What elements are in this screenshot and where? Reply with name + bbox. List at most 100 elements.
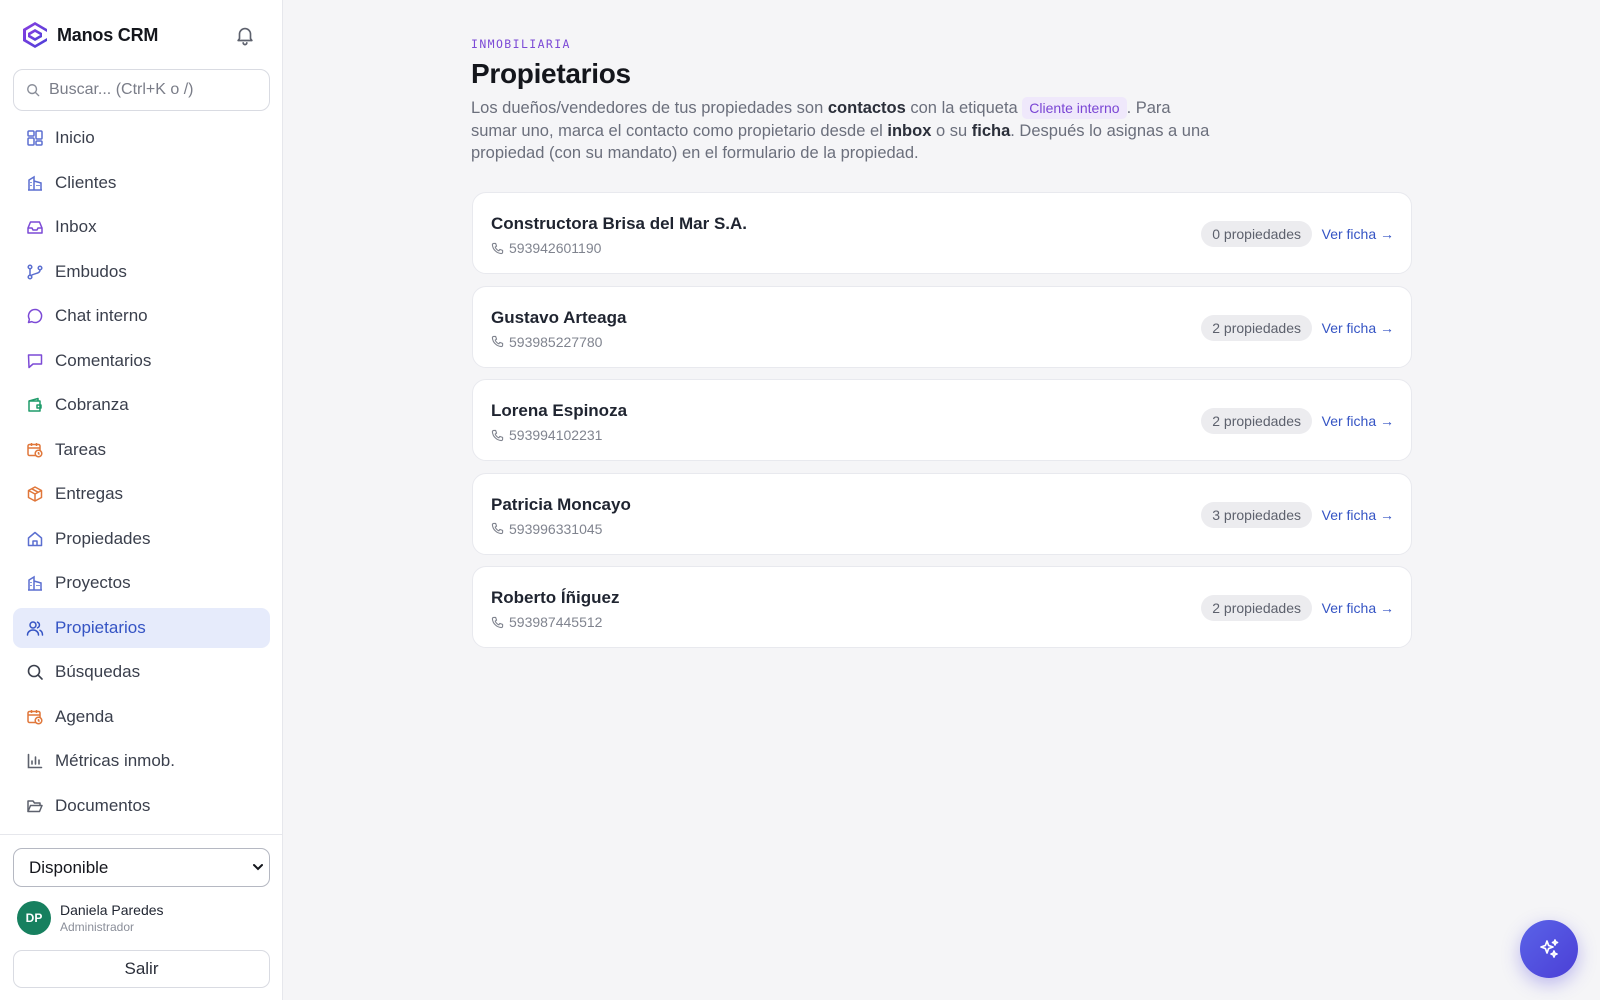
owner-phone: 593987445512 <box>491 614 602 630</box>
desc-emphasis: contactos <box>827 99 906 117</box>
user-profile[interactable]: DP Daniela Paredes Administrador <box>17 901 164 935</box>
property-count-badge: 2 propiedades <box>1201 595 1312 621</box>
sidebar-item-label: Tareas <box>55 439 107 459</box>
brand[interactable]: Manos CRM <box>22 20 158 50</box>
sidebar-item-propietarios[interactable]: Propietarios <box>13 607 270 648</box>
sidebar: Manos CRM Inicio Clientes Inbox Embudos Chat… <box>0 0 283 1000</box>
sidebar-item-metricas-inmob[interactable]: Métricas inmob. <box>13 741 270 781</box>
sidebar-item-agenda[interactable]: Agenda <box>13 697 270 737</box>
sidebar-item-proyectos[interactable]: Proyectos <box>13 563 270 603</box>
desc-emphasis: inbox <box>887 121 932 140</box>
sidebar-item-label: Propiedades <box>55 528 151 548</box>
owner-list: Constructora Brisa del Mar S.A. 593942601… <box>472 192 1412 660</box>
ai-assistant-button[interactable] <box>1520 920 1578 978</box>
view-profile-link[interactable]: Ver ficha → <box>1322 226 1394 242</box>
sidebar-item-label: Comentarios <box>55 350 152 370</box>
calendar-clock-icon <box>26 441 44 459</box>
owner-card: Roberto Íñiguez 593987445512 2 propiedades… <box>472 566 1412 648</box>
owner-card: Constructora Brisa del Mar S.A. 593942601… <box>472 192 1412 274</box>
owner-name: Lorena Espinoza <box>491 401 628 420</box>
sidebar-item-clientes[interactable]: Clientes <box>13 163 270 203</box>
page-title: Propietarios <box>471 58 631 89</box>
sidebar-item-inicio[interactable]: Inicio <box>13 118 270 158</box>
property-count-badge: 0 propiedades <box>1201 221 1312 247</box>
sidebar-item-label: Búsquedas <box>55 662 141 681</box>
phone-number: 593994102231 <box>509 427 603 443</box>
availability-select[interactable]: Disponible <box>13 848 270 887</box>
phone-icon <box>491 335 509 348</box>
phone-icon <box>491 242 509 255</box>
sidebar-item-comentarios[interactable]: Comentarios <box>13 341 270 381</box>
view-profile-link[interactable]: Ver ficha → <box>1322 507 1394 523</box>
section-eyebrow: INMOBILIARIA <box>471 37 571 51</box>
phone-icon <box>491 616 509 629</box>
search-box[interactable] <box>13 69 270 111</box>
sidebar-item-label: Documentos <box>55 795 151 815</box>
dashboard-icon <box>26 129 44 147</box>
logout-button[interactable]: Salir <box>13 950 270 988</box>
search-input[interactable] <box>49 81 249 99</box>
property-count-badge: 3 propiedades <box>1201 501 1312 528</box>
chat-bubble-icon <box>26 307 44 325</box>
sidebar-footer: Disponible DP Daniela Paredes Administra… <box>0 834 283 1000</box>
bell-icon[interactable] <box>234 24 256 46</box>
sidebar-item-tareas[interactable]: Tareas <box>13 430 270 470</box>
avatar: DP <box>17 901 51 935</box>
phone-number: 593996331045 <box>509 520 603 537</box>
sidebar-item-inbox[interactable]: Inbox <box>13 207 270 247</box>
sparkles-icon <box>1540 939 1559 958</box>
sidebar-nav: Inicio Clientes Inbox Embudos Chat interno Co… <box>13 118 270 830</box>
tag-chip: Cliente interno <box>1022 97 1127 119</box>
property-count-badge: 2 propiedades <box>1201 408 1312 434</box>
home-icon <box>26 530 44 548</box>
search-icon <box>26 663 44 681</box>
owner-phone: 593996331045 <box>491 521 602 537</box>
sidebar-item-propiedades[interactable]: Propiedades <box>13 519 270 559</box>
owner-phone: 593985227780 <box>491 334 602 350</box>
sidebar-item-entregas[interactable]: Entregas <box>13 474 270 514</box>
phone-number: 593987445512 <box>509 614 603 630</box>
search-icon <box>27 84 40 97</box>
sidebar-item-label: Agenda <box>55 706 114 726</box>
user-name: Daniela Paredes <box>60 902 164 918</box>
sidebar-item-label: Cobranza <box>55 395 129 414</box>
comment-icon <box>26 352 44 370</box>
view-profile-link[interactable]: Ver ficha → <box>1322 413 1394 429</box>
sidebar-item-cobranza[interactable]: Cobranza <box>13 385 270 425</box>
sidebar-item-label: Inicio <box>55 128 95 147</box>
view-profile-link[interactable]: Ver ficha → <box>1322 600 1394 616</box>
users-icon <box>26 619 44 637</box>
sidebar-item-embudos[interactable]: Embudos <box>13 252 270 292</box>
sidebar-item-busquedas[interactable]: Búsquedas <box>13 652 270 692</box>
desc-text: Los dueños/vendedores de tus propiedades… <box>471 99 828 117</box>
sidebar-item-label: Embudos <box>55 261 127 281</box>
building-icon <box>26 574 44 592</box>
sidebar-item-label: Entregas <box>55 484 124 503</box>
sidebar-item-label: Chat interno <box>55 306 148 325</box>
page-description: Los dueños/vendedores de tus propiedades… <box>471 97 1221 165</box>
sidebar-item-chat-interno[interactable]: Chat interno <box>13 296 270 336</box>
git-branch-icon <box>26 263 44 281</box>
wallet-icon <box>26 396 44 414</box>
phone-icon <box>491 429 509 442</box>
calendar-clock-icon <box>26 708 44 726</box>
phone-icon <box>491 522 509 535</box>
view-profile-link[interactable]: Ver ficha → <box>1322 320 1394 336</box>
owner-name: Constructora Brisa del Mar S.A. <box>491 214 748 233</box>
desc-text: con la etiqueta <box>905 99 1023 117</box>
brand-name: Manos CRM <box>57 24 159 45</box>
desc-emphasis: ficha <box>971 121 1011 140</box>
owner-name: Patricia Moncayo <box>491 494 631 514</box>
phone-number: 593942601190 <box>509 240 602 256</box>
brand-logo <box>23 22 47 48</box>
owner-name: Roberto Íñiguez <box>491 588 620 607</box>
building-icon <box>26 174 44 192</box>
sidebar-item-documentos[interactable]: Documentos <box>13 786 270 826</box>
owner-phone: 593942601190 <box>491 240 601 256</box>
owner-phone: 593994102231 <box>491 427 602 443</box>
phone-number: 593985227780 <box>509 333 603 350</box>
sidebar-item-label: Clientes <box>55 172 117 192</box>
owner-card: Gustavo Arteaga 593985227780 2 propiedades… <box>472 285 1412 368</box>
bar-chart-icon <box>26 752 44 770</box>
sidebar-item-label: Métricas inmob. <box>55 751 175 770</box>
